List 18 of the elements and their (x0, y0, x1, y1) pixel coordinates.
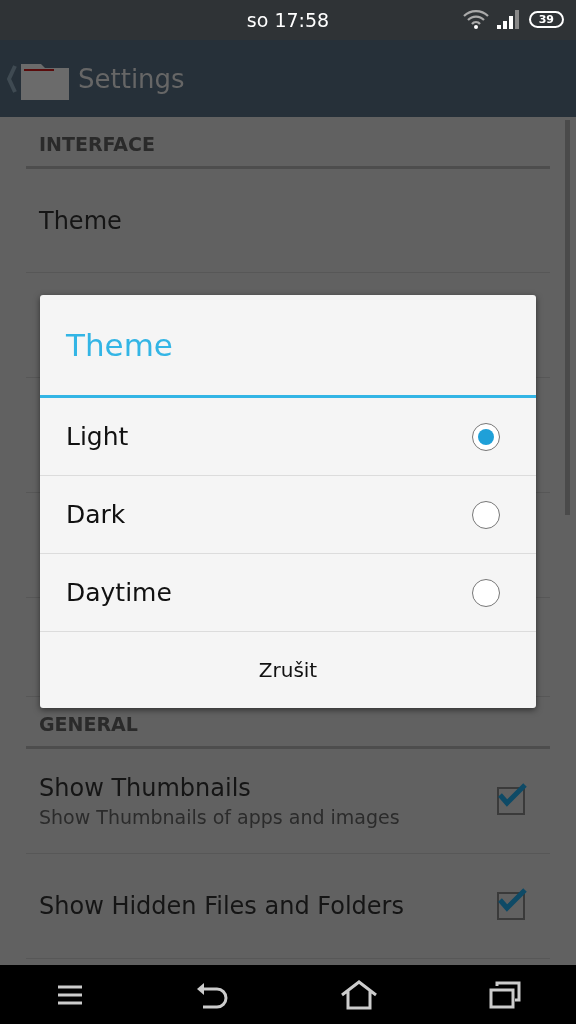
radio-button[interactable] (472, 578, 500, 607)
theme-option[interactable]: Light (40, 398, 536, 476)
option-label: Light (66, 422, 129, 451)
battery-level: 39 (528, 10, 564, 28)
home-icon[interactable] (339, 979, 378, 1010)
theme-option[interactable]: Dark (40, 476, 536, 554)
radio-button[interactable] (472, 422, 500, 451)
screen-title: Settings (78, 63, 185, 94)
section-header: INTERFACE (26, 117, 550, 169)
dialog-title: Theme (40, 295, 536, 398)
wifi-icon (462, 9, 489, 29)
option-label: Daytime (66, 578, 172, 607)
recent-apps-icon[interactable] (488, 980, 521, 1009)
signal-icon (496, 9, 521, 29)
theme-option[interactable]: Daytime (40, 554, 536, 632)
option-label: Dark (66, 500, 126, 529)
radio-button[interactable] (472, 500, 500, 529)
status-time: so 17:58 (246, 9, 330, 31)
